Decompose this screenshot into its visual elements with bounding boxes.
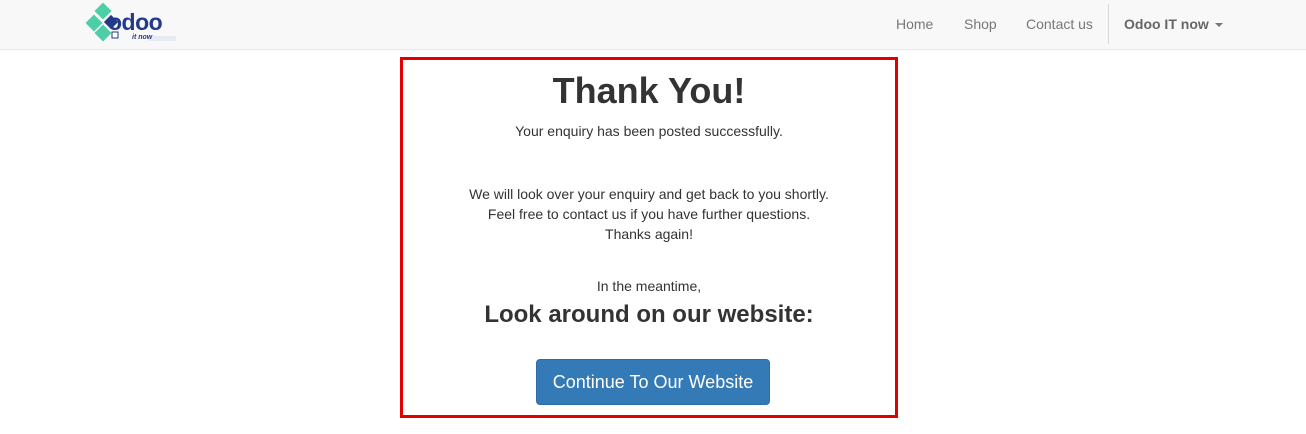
chevron-down-icon	[1214, 23, 1223, 28]
message-line: Feel free to contact us if you have furt…	[487, 206, 811, 222]
odoo-it-now-logo[interactable]: odoo it now	[86, 3, 182, 47]
meantime-text: In the meantime,	[596, 278, 702, 294]
logo-text: odoo	[108, 9, 163, 35]
nav-divider	[1108, 4, 1109, 44]
nav-shop-link[interactable]: Shop	[964, 16, 997, 33]
follow-up-message: We will look over your enquiry and get b…	[403, 184, 895, 244]
message-line: We will look over your enquiry and get b…	[469, 186, 829, 202]
nav-contact-link[interactable]: Contact us	[1026, 16, 1093, 33]
thank-you-panel: Thank You! Your enquiry has been posted …	[400, 57, 898, 418]
nav-home-link[interactable]: Home	[896, 16, 933, 33]
logo-subtext: it now	[132, 34, 153, 41]
message-line: Thanks again!	[605, 226, 693, 242]
account-label: Odoo IT now	[1124, 16, 1209, 32]
top-navbar: odoo it now Home Shop Contact us Odoo IT…	[0, 0, 1306, 50]
success-message: Your enquiry has been posted successfull…	[515, 123, 783, 139]
account-dropdown[interactable]: Odoo IT now	[1124, 16, 1223, 33]
look-around-heading: Look around on our website:	[484, 301, 814, 328]
page-title: Thank You!	[552, 70, 746, 111]
continue-to-website-button[interactable]: Continue To Our Website	[536, 359, 770, 405]
